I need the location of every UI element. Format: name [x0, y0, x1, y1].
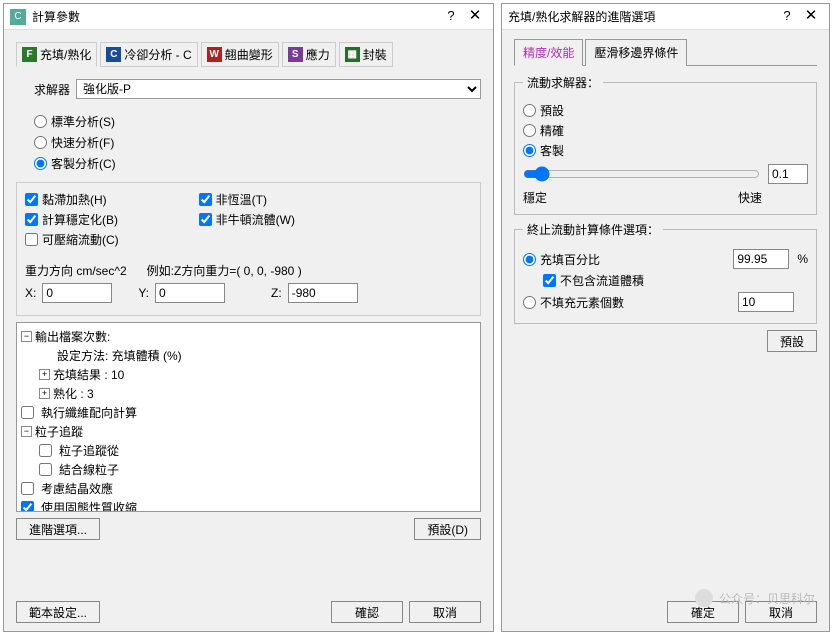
custom-options-group: 黏滯加熱(H) 計算穩定化(B) 可壓縮流動(C) 非恆溫(T) 非牛頓流體(W… — [16, 182, 481, 316]
expand-icon[interactable]: + — [39, 369, 50, 380]
adv-tabs: 精度/效能 壓滑移邊界條件 — [514, 38, 817, 66]
stop-condition-group: 終止流動計算條件選項： 充填百分比 % 不包含流道體積 不填充元素個數 — [514, 221, 817, 324]
wechat-icon — [695, 589, 713, 607]
tree-check-solid[interactable] — [21, 501, 34, 512]
tab-accuracy[interactable]: 精度/效能 — [514, 39, 583, 66]
template-button[interactable]: 範本設定... — [16, 601, 100, 623]
radio-fast[interactable]: 快速分析(F) — [34, 134, 114, 151]
tree-crystal[interactable]: 考慮結晶效應 — [41, 480, 113, 497]
radio-standard[interactable]: 標準分析(S) — [34, 113, 115, 130]
watermark: 公众号：贝思科尔 — [695, 589, 815, 607]
x-label: X: — [25, 286, 36, 300]
tree-output-count[interactable]: 輸出檔案次數: — [35, 328, 110, 345]
tree-check-weldline[interactable] — [39, 463, 52, 476]
radio-custom[interactable]: 客製 — [523, 142, 564, 159]
fill-percent-input[interactable] — [733, 249, 789, 269]
tree-fiber[interactable]: 執行纖維配向計算 — [41, 404, 137, 421]
calc-params-dialog: C 計算參數 ? ✕ F充填/熟化 C冷卻分析 - C W翹曲變形 S應力 ▦封… — [3, 3, 494, 632]
slider-fast-label: 快速 — [738, 189, 762, 206]
tab-warp[interactable]: W翹曲變形 — [201, 42, 279, 67]
advanced-button[interactable]: 進階選項... — [16, 518, 100, 540]
gravity-label: 重力方向 cm/sec^2 — [25, 262, 127, 279]
tree-weldline[interactable]: 結合線粒子 — [59, 461, 119, 478]
tab-fill-cure[interactable]: F充填/熟化 — [16, 42, 97, 67]
titlebar: C 計算參數 ? ✕ — [4, 4, 493, 30]
tab-icon-p: ▦ — [345, 47, 360, 62]
radio-custom[interactable]: 客製分析(C) — [34, 155, 116, 172]
check-exclude-runner[interactable]: 不包含流道體積 — [543, 272, 644, 289]
help-button[interactable]: ? — [775, 7, 799, 27]
solver-select[interactable]: 強化版-P — [76, 79, 481, 99]
tree-fill-result[interactable]: 充填結果 : 10 — [53, 366, 124, 383]
tree-check-particle-from[interactable] — [39, 444, 52, 457]
tree-cure[interactable]: 熟化 : 3 — [53, 385, 94, 402]
radio-default[interactable]: 預設 — [523, 102, 564, 119]
options-tree[interactable]: −輸出檔案次數: 設定方法: 充填體積 (%) +充填結果 : 10 +熟化 :… — [16, 322, 481, 512]
tree-solid[interactable]: 使用固態性質收縮 — [41, 499, 137, 512]
tree-method[interactable]: 設定方法: 充填體積 (%) — [57, 347, 182, 364]
tab-cooling[interactable]: C冷卻分析 - C — [100, 42, 197, 67]
app-icon: C — [10, 9, 26, 25]
main-tabs: F充填/熟化 C冷卻分析 - C W翹曲變形 S應力 ▦封裝 — [16, 38, 481, 71]
tab-icon-w: W — [207, 47, 222, 62]
y-label: Y: — [138, 286, 149, 300]
tab-stress[interactable]: S應力 — [282, 42, 336, 67]
tab-icon-f: F — [22, 47, 37, 62]
expand-icon[interactable]: − — [21, 331, 32, 342]
tree-check-fiber[interactable] — [21, 406, 34, 419]
check-viscous-heat[interactable]: 黏滯加熱(H) — [25, 191, 119, 208]
radio-fill-percent[interactable]: 充填百分比 — [523, 251, 600, 268]
percent-unit: % — [797, 252, 808, 266]
advanced-options-dialog: 充填/熟化求解器的進階選項 ? ✕ 精度/效能 壓滑移邊界條件 流動求解器： 預… — [501, 3, 830, 632]
tree-particle-from[interactable]: 粒子追蹤從 — [59, 442, 119, 459]
tab-icon-c: C — [106, 47, 121, 62]
radio-unfilled-count[interactable]: 不填充元素個數 — [523, 294, 624, 311]
gravity-z-input[interactable] — [288, 283, 358, 303]
flow-solver-legend: 流動求解器： — [523, 74, 603, 91]
unfilled-count-input[interactable] — [738, 292, 794, 312]
ok-button[interactable]: 確認 — [331, 601, 403, 623]
check-compressible[interactable]: 可壓縮流動(C) — [25, 231, 119, 248]
tab-wallslip[interactable]: 壓滑移邊界條件 — [585, 39, 687, 66]
gravity-x-input[interactable] — [42, 283, 112, 303]
tab-package[interactable]: ▦封裝 — [339, 42, 393, 67]
title: 充填/熟化求解器的進階選項 — [508, 8, 775, 25]
expand-icon[interactable]: − — [21, 426, 32, 437]
tab-icon-s: S — [288, 47, 303, 62]
check-stabilize[interactable]: 計算穩定化(B) — [25, 211, 119, 228]
tree-check-crystal[interactable] — [21, 482, 34, 495]
check-non-newtonian[interactable]: 非牛頓流體(W) — [199, 211, 295, 228]
solver-label: 求解器 — [16, 81, 70, 98]
tree-particle[interactable]: 粒子追蹤 — [35, 423, 83, 440]
stop-condition-legend: 終止流動計算條件選項： — [523, 221, 663, 238]
default-button[interactable]: 預設(D) — [414, 518, 481, 540]
close-button[interactable]: ✕ — [799, 7, 823, 27]
help-button[interactable]: ? — [439, 7, 463, 27]
gravity-y-input[interactable] — [155, 283, 225, 303]
flow-solver-group: 流動求解器： 預設 精確 客製 穩定 快速 — [514, 74, 817, 215]
title: 計算參數 — [32, 8, 439, 25]
cancel-button[interactable]: 取消 — [409, 601, 481, 623]
slider-stable-label: 穩定 — [523, 189, 547, 206]
radio-accurate[interactable]: 精確 — [523, 122, 564, 139]
speed-slider[interactable] — [523, 166, 760, 182]
close-button[interactable]: ✕ — [463, 7, 487, 27]
titlebar: 充填/熟化求解器的進階選項 ? ✕ — [502, 4, 829, 30]
expand-icon[interactable]: + — [39, 388, 50, 399]
gravity-example: 例如:Z方向重力=( 0, 0, -980 ) — [147, 262, 302, 279]
default-button[interactable]: 預設 — [767, 330, 817, 352]
z-label: Z: — [271, 286, 282, 300]
check-non-isothermal[interactable]: 非恆溫(T) — [199, 191, 295, 208]
speed-value-input[interactable] — [768, 164, 808, 184]
